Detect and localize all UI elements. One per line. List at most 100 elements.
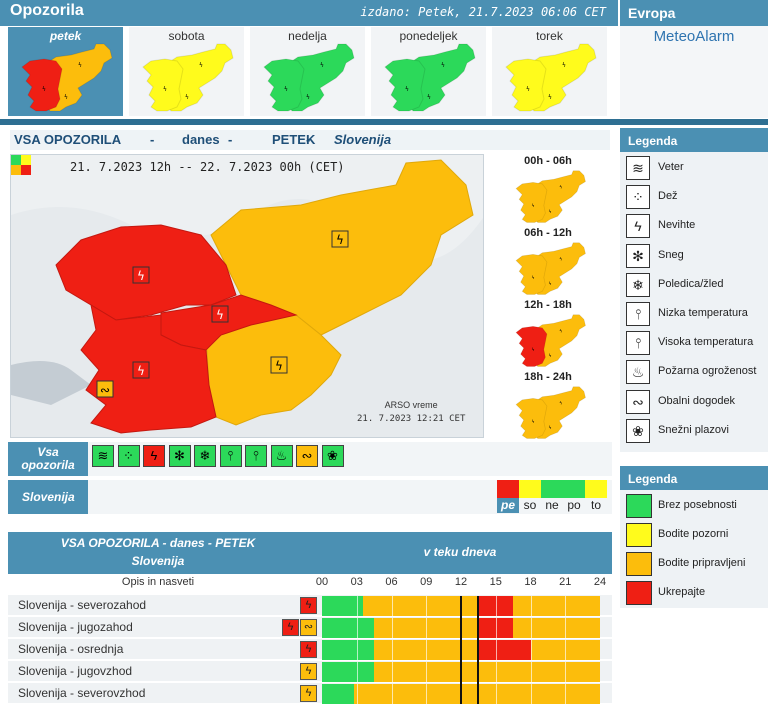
- legend-item-wind-icon: ≋ Veter: [626, 154, 766, 182]
- legend-item-avalanche-icon: ❀ Snežni plazovi: [626, 417, 766, 445]
- low-temperature-icon[interactable]: ⫯: [219, 445, 242, 467]
- level-legend-item: Bodite pripravljeni: [626, 550, 766, 578]
- ice-icon[interactable]: ❄: [194, 445, 216, 467]
- coastal-icon[interactable]: ∾: [296, 445, 318, 467]
- table-region: Slovenija: [131, 554, 185, 568]
- warning-map[interactable]: ϟ ϟ ϟ ϟ ϟ ∾: [10, 154, 484, 438]
- legend-label: Visoka temperatura: [658, 336, 754, 349]
- svg-text:ϟ: ϟ: [216, 308, 224, 322]
- region-name[interactable]: Slovenija - severozahod: [18, 598, 146, 612]
- timeline-tick: [530, 596, 532, 616]
- forecast-period: 21. 7.2023 12h -- 22. 7.2023 00h (CET): [70, 160, 345, 174]
- region-warning-icon[interactable]: ϟ: [282, 619, 299, 636]
- day-tag-so[interactable]: so: [519, 498, 541, 513]
- region-warning-icon[interactable]: ∾: [300, 619, 317, 636]
- day-level-so[interactable]: [519, 480, 541, 498]
- legend-label: Veter: [658, 161, 684, 173]
- rain-icon[interactable]: ⁘: [117, 445, 140, 467]
- snow-icon[interactable]: ✻: [168, 445, 191, 467]
- meteoalarm-panel: MeteoAlarm: [620, 26, 768, 118]
- credit-time: 21. 7.2023 12:21 CET: [357, 414, 466, 424]
- day-tab-ponedeljek[interactable]: ponedeljek ϟ ϟ ϟ: [371, 27, 489, 116]
- table-row[interactable]: Slovenija - jugozahod ϟ ∾: [8, 617, 612, 638]
- wind-icon[interactable]: ≋: [92, 445, 114, 467]
- table-row[interactable]: Slovenija - severovzhod ϟ: [8, 683, 612, 704]
- timeline-tick: [356, 640, 358, 660]
- table-row[interactable]: Slovenija - osrednja ϟ: [8, 639, 612, 660]
- interval-map[interactable]: ϟ ϟ ϟ: [508, 314, 592, 371]
- day-tab-sobota[interactable]: sobota ϟ ϟ ϟ: [129, 27, 247, 116]
- fire-icon: ♨: [626, 360, 650, 385]
- legend-label: Nevihte: [658, 219, 696, 232]
- timeline-tick: [426, 596, 428, 616]
- legend-label: Snežni plazovi: [658, 423, 729, 436]
- timeline-tick: [530, 640, 532, 660]
- day-level-po[interactable]: [563, 480, 585, 498]
- region-name[interactable]: Slovenija - jugozahod: [18, 620, 133, 634]
- day-tab-petek[interactable]: petek ϟ ϟ ϟ: [8, 27, 126, 116]
- divider: [0, 119, 768, 125]
- high-temperature-icon[interactable]: ⫯: [245, 445, 267, 467]
- day-level-pe[interactable]: [497, 480, 519, 498]
- level-legend-item: Brez posebnosti: [626, 492, 766, 520]
- day-tab-nedelja[interactable]: nedelja ϟ ϟ ϟ: [250, 27, 368, 116]
- day-tag-pe[interactable]: pe: [497, 498, 519, 513]
- issued-timestamp: izdano: Petek, 21.7.2023 06:06 CET: [360, 5, 606, 19]
- region-name[interactable]: Slovenija - jugovzhod: [18, 664, 132, 678]
- marker-coastal[interactable]: ∾: [96, 380, 114, 398]
- coastal-icon: ∾: [626, 389, 650, 414]
- svg-text:ϟ: ϟ: [284, 86, 288, 93]
- marker-severozahod[interactable]: ϟ: [132, 266, 150, 284]
- svg-text:∾: ∾: [100, 383, 110, 397]
- region-warning-icon[interactable]: ϟ: [300, 597, 317, 614]
- avalanche-icon[interactable]: ❀: [321, 445, 344, 467]
- region-warning-icon[interactable]: ϟ: [300, 685, 317, 702]
- marker-jugozahod[interactable]: ϟ: [132, 361, 150, 379]
- table-header: VSA OPOZORILA - danes - PETEK Slovenija …: [8, 532, 612, 574]
- level-swatch: [626, 581, 652, 605]
- day-tag-to[interactable]: to: [585, 498, 607, 513]
- svg-text:ϟ: ϟ: [548, 281, 551, 287]
- marker-severovzhod[interactable]: ϟ: [331, 230, 349, 248]
- day-level-ne[interactable]: [541, 480, 563, 498]
- svg-text:ϟ: ϟ: [336, 233, 344, 247]
- interval-map[interactable]: ϟ ϟ ϟ: [508, 242, 592, 299]
- day-level-to[interactable]: [585, 480, 607, 498]
- region-name[interactable]: Slovenija - osrednja: [18, 642, 123, 656]
- day-tag-ne[interactable]: ne: [541, 498, 563, 513]
- ice-icon-glyph: ❄: [199, 448, 211, 463]
- main-title: VSA OPOZORILA - danes - PETEK - Slovenija: [10, 130, 610, 150]
- region-warning-glyph: ϟ: [305, 643, 312, 655]
- level-color-key: [11, 155, 31, 175]
- marker-osrednja[interactable]: ϟ: [211, 305, 229, 323]
- legend-title: Legenda: [620, 128, 768, 152]
- main-title-part: Slovenija: [334, 132, 392, 147]
- day-tag-po[interactable]: po: [563, 498, 585, 513]
- fire-icon[interactable]: ♨: [270, 445, 293, 467]
- wind-icon-glyph: ≋: [632, 160, 644, 176]
- region-warning-icon[interactable]: ϟ: [300, 663, 317, 680]
- region-warning-icon[interactable]: ϟ: [300, 641, 317, 658]
- low-temperature-icon: ⫯: [626, 302, 650, 326]
- coastal-icon-glyph: ∾: [301, 448, 313, 463]
- interval-map[interactable]: ϟ ϟ ϟ: [508, 386, 592, 443]
- interval-label: 12h - 18h: [524, 299, 572, 311]
- time-interval-maps: 00h - 06h ϟ ϟ ϟ 06h - 12h ϟ ϟ ϟ 12h - 18…: [484, 154, 612, 439]
- legend-label: Sneg: [658, 248, 684, 261]
- timeline-tick: [391, 662, 393, 682]
- meteoalarm-link[interactable]: MeteoAlarm: [620, 28, 768, 45]
- interval-map[interactable]: ϟ ϟ ϟ: [508, 170, 592, 227]
- table-row[interactable]: Slovenija - jugovzhod ϟ: [8, 661, 612, 682]
- svg-text:ϟ: ϟ: [559, 401, 562, 407]
- marker-jugovzhod[interactable]: ϟ: [270, 356, 288, 374]
- time-marker: [460, 596, 462, 704]
- region-warning-glyph: ∾: [303, 621, 314, 633]
- thunderstorm-icon[interactable]: ϟ: [143, 445, 165, 467]
- region-name[interactable]: Slovenija - severovzhod: [18, 686, 145, 700]
- svg-text:ϟ: ϟ: [548, 209, 551, 215]
- day-tab-torek[interactable]: torek ϟ ϟ ϟ: [492, 27, 610, 116]
- description-link[interactable]: Opis in nasveti: [8, 576, 308, 588]
- table-row[interactable]: Slovenija - severozahod ϟ: [8, 595, 612, 616]
- level-legend-item: Bodite pozorni: [626, 521, 766, 549]
- all-warnings-label: Vsa opozorila: [8, 442, 88, 476]
